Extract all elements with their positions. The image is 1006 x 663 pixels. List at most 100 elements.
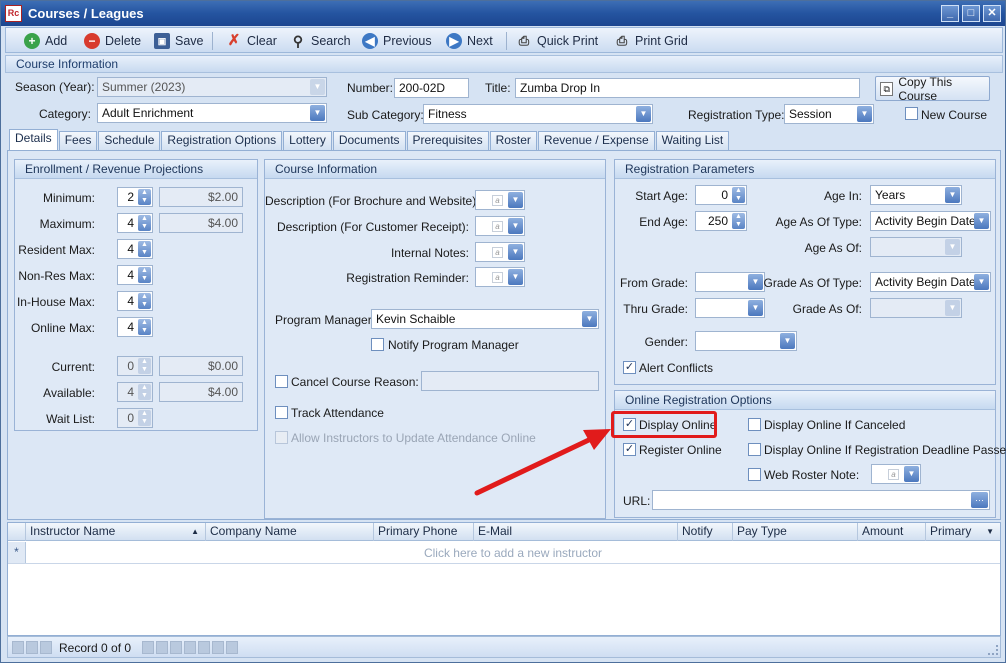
nonres-max-stepper[interactable]: 4 ▲ ▼: [117, 265, 153, 285]
resident-max-stepper[interactable]: 4 ▲ ▼: [117, 239, 153, 259]
memo-icon: a: [492, 195, 503, 206]
registration-type-combo[interactable]: Session ▼: [784, 104, 874, 124]
maximum-amount: $4.00: [159, 213, 243, 233]
first-record-button[interactable]: [12, 641, 24, 654]
column-company-name[interactable]: Company Name: [206, 523, 374, 541]
window-title: Courses / Leagues: [28, 6, 144, 21]
new-course-checkbox[interactable]: [905, 107, 918, 120]
row-indicator-header: [8, 523, 26, 541]
delete-record-button[interactable]: [198, 641, 210, 654]
next-record-button[interactable]: [142, 641, 154, 654]
register-online-checkbox[interactable]: ✓: [623, 443, 636, 456]
chevron-down-icon: ▼: [636, 106, 651, 122]
chevron-down-icon: ▼: [582, 311, 597, 327]
spinner-arrows-icon: ▲ ▼: [138, 189, 151, 205]
minimum-stepper[interactable]: 2 ▲ ▼: [117, 187, 153, 207]
clear-button[interactable]: ✗ Clear: [226, 31, 277, 51]
tab-revenue-expense[interactable]: Revenue / Expense: [537, 131, 655, 150]
tab-documents[interactable]: Documents: [332, 131, 406, 150]
track-attendance-checkbox[interactable]: [275, 406, 288, 419]
next-button[interactable]: ▶ Next: [446, 31, 493, 51]
title-field[interactable]: Zumba Drop In: [515, 78, 860, 98]
tab-prerequisites[interactable]: Prerequisites: [406, 131, 489, 150]
online-max-stepper[interactable]: 4 ▲ ▼: [117, 317, 153, 337]
start-age-stepper[interactable]: 0 ▲ ▼: [695, 185, 747, 205]
url-field[interactable]: ···: [652, 490, 990, 510]
allow-instructors-checkbox: [275, 431, 288, 444]
number-field[interactable]: 200-02D: [394, 78, 469, 98]
column-instructor-name[interactable]: Instructor Name ▲: [26, 523, 206, 541]
column-email[interactable]: E-Mail: [474, 523, 678, 541]
title-bar[interactable]: Rc Courses / Leagues _ □ ✕: [1, 1, 1005, 26]
previous-button[interactable]: ◀ Previous: [362, 31, 432, 51]
last-record-button[interactable]: [170, 641, 182, 654]
add-button[interactable]: + Add: [24, 31, 67, 51]
end-age-stepper[interactable]: 250 ▲ ▼: [695, 211, 747, 231]
next-page-button[interactable]: [156, 641, 168, 654]
quick-print-button[interactable]: ⎙ Quick Print: [516, 31, 598, 51]
tab-lottery[interactable]: Lottery: [283, 131, 332, 150]
cancel-record-button[interactable]: [226, 641, 238, 654]
display-if-canceled-checkbox[interactable]: [748, 418, 761, 431]
new-row-marker: *: [8, 542, 26, 563]
resize-grip-icon[interactable]: [988, 645, 998, 655]
tab-fees[interactable]: Fees: [58, 131, 98, 150]
desc-brochure-memo[interactable]: a ▼: [475, 190, 525, 210]
close-window-button[interactable]: ✕: [983, 5, 1001, 22]
program-manager-combo[interactable]: Kevin Schaible ▼: [371, 309, 599, 329]
display-if-deadline-checkbox[interactable]: [748, 443, 761, 456]
web-roster-note-checkbox[interactable]: [748, 468, 761, 481]
desc-receipt-memo[interactable]: a ▼: [475, 216, 525, 236]
save-button[interactable]: ▣ Save: [154, 31, 204, 51]
column-notify[interactable]: Notify: [678, 523, 733, 541]
cancel-course-checkbox[interactable]: [275, 375, 288, 388]
tab-registration-options[interactable]: Registration Options: [161, 131, 283, 150]
season-combo[interactable]: Summer (2023) ▼: [97, 77, 327, 97]
column-pay-type[interactable]: Pay Type: [733, 523, 858, 541]
alert-conflicts-checkbox[interactable]: ✓: [623, 361, 636, 374]
tab-roster[interactable]: Roster: [489, 131, 537, 150]
chevron-down-icon: ▼: [945, 187, 960, 203]
memo-icon: a: [492, 221, 503, 232]
delete-button[interactable]: − Delete: [84, 31, 141, 51]
inhouse-max-stepper[interactable]: 4 ▲ ▼: [117, 291, 153, 311]
column-amount[interactable]: Amount: [858, 523, 926, 541]
web-roster-note-memo[interactable]: a ▼: [871, 464, 921, 484]
chevron-down-icon: ▼: [780, 333, 795, 349]
internal-notes-label: Internal Notes:: [390, 246, 469, 260]
minimize-button[interactable]: _: [941, 5, 959, 22]
chevron-down-icon: ▼: [508, 192, 523, 208]
previous-page-button[interactable]: [26, 641, 38, 654]
subcategory-combo[interactable]: Fitness ▼: [423, 104, 653, 124]
age-in-combo[interactable]: Years ▼: [870, 185, 962, 205]
nonres-max-label: Non-Res Max:: [18, 269, 95, 283]
new-instructor-row[interactable]: * Click here to add a new instructor: [8, 542, 1000, 564]
gender-combo[interactable]: ▼: [695, 331, 797, 351]
notify-pm-checkbox[interactable]: [371, 338, 384, 351]
internal-notes-memo[interactable]: a ▼: [475, 242, 525, 262]
column-primary-phone[interactable]: Primary Phone: [374, 523, 474, 541]
reason-label: Reason:: [374, 375, 419, 389]
arrow-shaft: [474, 435, 596, 496]
copy-course-button[interactable]: ⧉ Copy This Course: [875, 75, 990, 103]
maximum-stepper[interactable]: 4 ▲ ▼: [117, 213, 153, 233]
ellipsis-icon[interactable]: ···: [971, 492, 988, 508]
add-instructor-placeholder[interactable]: Click here to add a new instructor: [26, 546, 1000, 560]
available-label: Available:: [43, 386, 95, 400]
printer-icon: ⎙: [518, 33, 530, 48]
tab-schedule[interactable]: Schedule: [98, 131, 161, 150]
grade-as-of-type-combo[interactable]: Activity Begin Date ▼: [870, 272, 991, 292]
print-grid-button[interactable]: ⎙ Print Grid: [614, 31, 688, 51]
maximize-button[interactable]: □: [962, 5, 980, 22]
tab-details[interactable]: Details: [9, 129, 58, 150]
new-course-label: New Course: [921, 108, 988, 122]
category-combo[interactable]: Adult Enrichment ▼: [97, 103, 327, 123]
add-record-button[interactable]: [184, 641, 196, 654]
age-as-of-type-combo[interactable]: Activity Begin Date ▼: [870, 211, 991, 231]
column-primary[interactable]: Primary ▼: [926, 523, 1000, 541]
search-button[interactable]: ⚲ Search: [290, 31, 351, 51]
reg-reminder-memo[interactable]: a ▼: [475, 267, 525, 287]
edit-record-button[interactable]: [212, 641, 224, 654]
tab-waiting-list[interactable]: Waiting List: [655, 131, 730, 150]
previous-record-button[interactable]: [40, 641, 52, 654]
